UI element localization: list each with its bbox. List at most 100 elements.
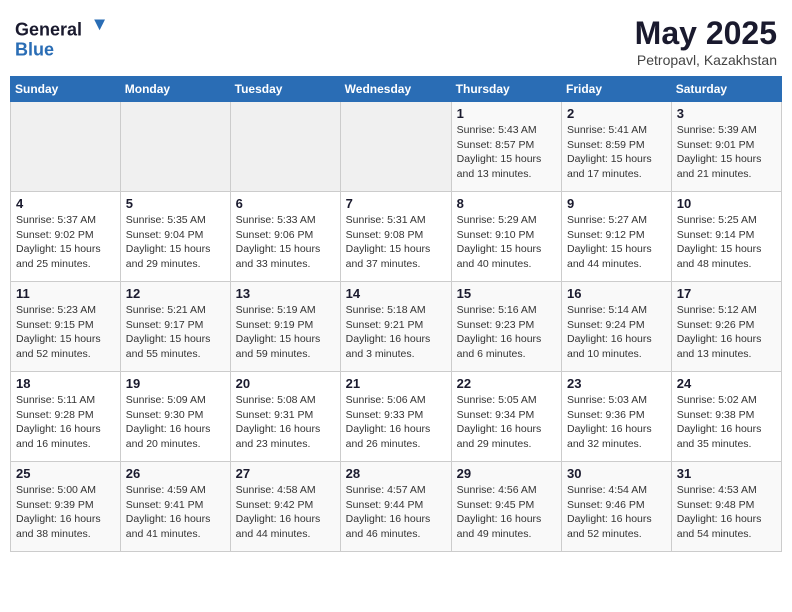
calendar-week-row: 18Sunrise: 5:11 AM Sunset: 9:28 PM Dayli…	[11, 372, 782, 462]
day-number: 6	[236, 196, 335, 211]
day-number: 27	[236, 466, 335, 481]
calendar-cell	[230, 102, 340, 192]
title-block: May 2025 Petropavl, Kazakhstan	[635, 15, 777, 68]
day-number: 26	[126, 466, 225, 481]
calendar-cell: 16Sunrise: 5:14 AM Sunset: 9:24 PM Dayli…	[562, 282, 672, 372]
day-number: 25	[16, 466, 115, 481]
calendar-cell: 4Sunrise: 5:37 AM Sunset: 9:02 PM Daylig…	[11, 192, 121, 282]
day-info: Sunrise: 5:03 AM Sunset: 9:36 PM Dayligh…	[567, 393, 666, 452]
calendar-week-row: 4Sunrise: 5:37 AM Sunset: 9:02 PM Daylig…	[11, 192, 782, 282]
calendar-cell: 25 Sunrise: 5:00 AM Sunset: 9:39 PM Dayli…	[11, 462, 121, 552]
calendar-cell: 6 Sunrise: 5:33 AM Sunset: 9:06 PM Daylig…	[230, 192, 340, 282]
calendar-cell: 26 Sunrise: 4:59 AM Sunset: 9:41 PM Dayli…	[120, 462, 230, 552]
calendar-cell: 31 Sunrise: 4:53 AM Sunset: 9:48 PM Dayli…	[671, 462, 781, 552]
calendar-cell: 18Sunrise: 5:11 AM Sunset: 9:28 PM Dayli…	[11, 372, 121, 462]
calendar-cell: 21 Sunrise: 5:06 AM Sunset: 9:33 PM Dayli…	[340, 372, 451, 462]
calendar-cell	[340, 102, 451, 192]
calendar-week-row: 25 Sunrise: 5:00 AM Sunset: 9:39 PM Dayli…	[11, 462, 782, 552]
day-header-thursday: Thursday	[451, 77, 561, 102]
calendar-cell: 15 Sunrise: 5:16 AM Sunset: 9:23 PM Dayli…	[451, 282, 561, 372]
calendar-cell: 5 Sunrise: 5:35 AM Sunset: 9:04 PM Daylig…	[120, 192, 230, 282]
day-info: Sunrise: 5:33 AM Sunset: 9:06 PM Dayligh…	[236, 213, 335, 272]
day-info: Sunrise: 5:27 AM Sunset: 9:12 PM Dayligh…	[567, 213, 666, 272]
day-info: Sunrise: 5:06 AM Sunset: 9:33 PM Dayligh…	[346, 393, 446, 452]
day-number: 11	[16, 286, 115, 301]
day-number: 3	[677, 106, 776, 121]
day-info: Sunrise: 5:14 AM Sunset: 9:24 PM Dayligh…	[567, 303, 666, 362]
day-info: Sunrise: 5:00 AM Sunset: 9:39 PM Dayligh…	[16, 483, 115, 542]
day-number: 2	[567, 106, 666, 121]
calendar-cell: 9 Sunrise: 5:27 AM Sunset: 9:12 PM Daylig…	[562, 192, 672, 282]
day-number: 1	[457, 106, 556, 121]
day-number: 28	[346, 466, 446, 481]
calendar-table: SundayMondayTuesdayWednesdayThursdayFrid…	[10, 76, 782, 552]
calendar-cell: 24 Sunrise: 5:02 AM Sunset: 9:38 PM Dayli…	[671, 372, 781, 462]
calendar-cell: 19 Sunrise: 5:09 AM Sunset: 9:30 PM Dayli…	[120, 372, 230, 462]
day-info: Sunrise: 4:57 AM Sunset: 9:44 PM Dayligh…	[346, 483, 446, 542]
day-header-friday: Friday	[562, 77, 672, 102]
day-info: Sunrise: 5:31 AM Sunset: 9:08 PM Dayligh…	[346, 213, 446, 272]
day-info: Sunrise: 4:59 AM Sunset: 9:41 PM Dayligh…	[126, 483, 225, 542]
svg-text:General: General	[15, 20, 82, 40]
calendar-cell: 11Sunrise: 5:23 AM Sunset: 9:15 PM Dayli…	[11, 282, 121, 372]
day-number: 9	[567, 196, 666, 211]
day-number: 19	[126, 376, 225, 391]
day-number: 10	[677, 196, 776, 211]
calendar-week-row: 1 Sunrise: 5:43 AM Sunset: 8:57 PM Daylig…	[11, 102, 782, 192]
day-number: 24	[677, 376, 776, 391]
calendar-cell	[120, 102, 230, 192]
calendar-cell: 7 Sunrise: 5:31 AM Sunset: 9:08 PM Daylig…	[340, 192, 451, 282]
day-info: Sunrise: 5:08 AM Sunset: 9:31 PM Dayligh…	[236, 393, 335, 452]
day-number: 7	[346, 196, 446, 211]
day-info: Sunrise: 5:02 AM Sunset: 9:38 PM Dayligh…	[677, 393, 776, 452]
calendar-cell: 13Sunrise: 5:19 AM Sunset: 9:19 PM Dayli…	[230, 282, 340, 372]
calendar-cell: 27 Sunrise: 4:58 AM Sunset: 9:42 PM Dayli…	[230, 462, 340, 552]
calendar-cell: 14Sunrise: 5:18 AM Sunset: 9:21 PM Dayli…	[340, 282, 451, 372]
day-info: Sunrise: 4:53 AM Sunset: 9:48 PM Dayligh…	[677, 483, 776, 542]
day-info: Sunrise: 4:58 AM Sunset: 9:42 PM Dayligh…	[236, 483, 335, 542]
day-info: Sunrise: 5:12 AM Sunset: 9:26 PM Dayligh…	[677, 303, 776, 362]
day-number: 30	[567, 466, 666, 481]
day-number: 5	[126, 196, 225, 211]
calendar-cell: 28 Sunrise: 4:57 AM Sunset: 9:44 PM Dayli…	[340, 462, 451, 552]
day-info: Sunrise: 5:16 AM Sunset: 9:23 PM Dayligh…	[457, 303, 556, 362]
day-header-monday: Monday	[120, 77, 230, 102]
calendar-cell: 2 Sunrise: 5:41 AM Sunset: 8:59 PM Daylig…	[562, 102, 672, 192]
calendar-cell: 22Sunrise: 5:05 AM Sunset: 9:34 PM Dayli…	[451, 372, 561, 462]
day-number: 23	[567, 376, 666, 391]
day-header-tuesday: Tuesday	[230, 77, 340, 102]
day-info: Sunrise: 5:35 AM Sunset: 9:04 PM Dayligh…	[126, 213, 225, 272]
day-number: 20	[236, 376, 335, 391]
day-number: 15	[457, 286, 556, 301]
svg-text:Blue: Blue	[15, 40, 54, 60]
logo: General Blue	[15, 15, 105, 60]
calendar-header-row: SundayMondayTuesdayWednesdayThursdayFrid…	[11, 77, 782, 102]
day-info: Sunrise: 5:41 AM Sunset: 8:59 PM Dayligh…	[567, 123, 666, 182]
day-info: Sunrise: 5:43 AM Sunset: 8:57 PM Dayligh…	[457, 123, 556, 182]
day-info: Sunrise: 4:54 AM Sunset: 9:46 PM Dayligh…	[567, 483, 666, 542]
calendar-cell	[11, 102, 121, 192]
calendar-cell: 12 Sunrise: 5:21 AM Sunset: 9:17 PM Dayli…	[120, 282, 230, 372]
calendar-week-row: 11Sunrise: 5:23 AM Sunset: 9:15 PM Dayli…	[11, 282, 782, 372]
day-info: Sunrise: 5:18 AM Sunset: 9:21 PM Dayligh…	[346, 303, 446, 362]
day-info: Sunrise: 5:21 AM Sunset: 9:17 PM Dayligh…	[126, 303, 225, 362]
calendar-cell: 23 Sunrise: 5:03 AM Sunset: 9:36 PM Dayli…	[562, 372, 672, 462]
day-info: Sunrise: 5:39 AM Sunset: 9:01 PM Dayligh…	[677, 123, 776, 182]
day-number: 31	[677, 466, 776, 481]
calendar-cell: 8 Sunrise: 5:29 AM Sunset: 9:10 PM Daylig…	[451, 192, 561, 282]
day-header-sunday: Sunday	[11, 77, 121, 102]
calendar-subtitle: Petropavl, Kazakhstan	[635, 52, 777, 68]
page-header: General Blue May 2025 Petropavl, Kazakhs…	[10, 10, 782, 68]
day-info: Sunrise: 5:09 AM Sunset: 9:30 PM Dayligh…	[126, 393, 225, 452]
day-info: Sunrise: 5:29 AM Sunset: 9:10 PM Dayligh…	[457, 213, 556, 272]
day-number: 22	[457, 376, 556, 391]
day-number: 12	[126, 286, 225, 301]
day-info: Sunrise: 5:25 AM Sunset: 9:14 PM Dayligh…	[677, 213, 776, 272]
calendar-cell: 10 Sunrise: 5:25 AM Sunset: 9:14 PM Dayli…	[671, 192, 781, 282]
day-number: 21	[346, 376, 446, 391]
day-info: Sunrise: 4:56 AM Sunset: 9:45 PM Dayligh…	[457, 483, 556, 542]
day-number: 18	[16, 376, 115, 391]
calendar-cell: 17Sunrise: 5:12 AM Sunset: 9:26 PM Dayli…	[671, 282, 781, 372]
calendar-title: May 2025	[635, 15, 777, 52]
day-number: 8	[457, 196, 556, 211]
